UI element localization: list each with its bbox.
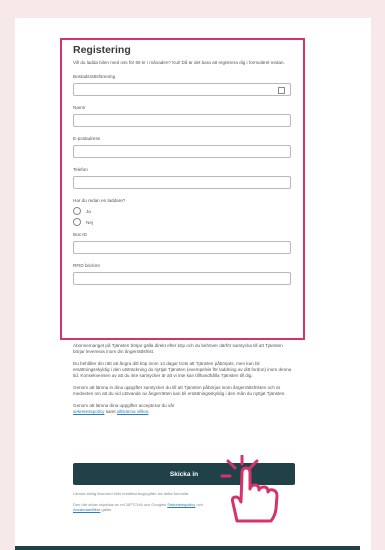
association-select[interactable] (73, 83, 291, 96)
field-label-email: E-postadress (73, 136, 101, 141)
google-terms-link[interactable]: Användarvillkor (73, 507, 100, 512)
phone-field[interactable] (73, 176, 291, 189)
radio-yes-label: Ja (86, 208, 91, 214)
field-label-association: Bostadsrättsförening (73, 74, 116, 79)
form-intro: Vill du ladda bilen med oss för 69 kr i … (73, 60, 285, 65)
google-privacy-link[interactable]: Sekretesspolicy (167, 502, 195, 507)
form-title: Registering (73, 44, 131, 56)
footer-line2-suffix: gäller. (101, 507, 113, 512)
terms-link[interactable]: allmänna villkor (117, 409, 148, 414)
radio-yes[interactable] (73, 207, 81, 215)
consent-info: Abonnemanget på Tjänsten börjar gälla di… (73, 343, 295, 421)
charger-question: Har du redan en laddare? (73, 198, 126, 203)
info-p4-mid: samt (105, 409, 116, 414)
info-p4-suffix: . (148, 409, 150, 414)
info-paragraph-4: Genom att lämna dina uppgifter acceptera… (73, 403, 295, 415)
info-p4-prefix: Genom att lämna dina uppgifter acceptera… (73, 403, 175, 408)
footer-line2-mid: och (196, 502, 203, 507)
radio-no-label: Nej (86, 219, 93, 225)
field-label-phone: Telefon (73, 167, 88, 172)
info-paragraph-2: Du behåller din rätt att ångra ditt köp … (73, 361, 292, 378)
registration-form: Registering Vill du ladda bilen med oss … (73, 42, 293, 294)
rfid-field[interactable] (73, 272, 291, 285)
privacy-policy-link[interactable]: sekretesspolicy (73, 409, 104, 414)
email-field[interactable] (73, 145, 291, 158)
select-grid-icon (278, 87, 285, 94)
field-label-name: Namn (73, 105, 86, 110)
hand-pointer-icon (220, 455, 279, 523)
field-label-box-id: Box ID (73, 232, 87, 237)
radio-option-yes[interactable]: Ja (73, 207, 293, 215)
radio-option-no[interactable]: Nej (73, 218, 293, 226)
field-label-rfid: RFID brickmr (73, 263, 101, 268)
name-field[interactable] (73, 114, 291, 127)
radio-no[interactable] (73, 218, 81, 226)
info-paragraph-3: Genom att lämna in dina uppgifter samtyc… (73, 385, 286, 396)
info-paragraph-1: Abonnemanget på Tjänsten börjar gälla di… (73, 343, 283, 354)
box-id-field[interactable] (73, 241, 291, 254)
bottom-bar (15, 546, 360, 550)
